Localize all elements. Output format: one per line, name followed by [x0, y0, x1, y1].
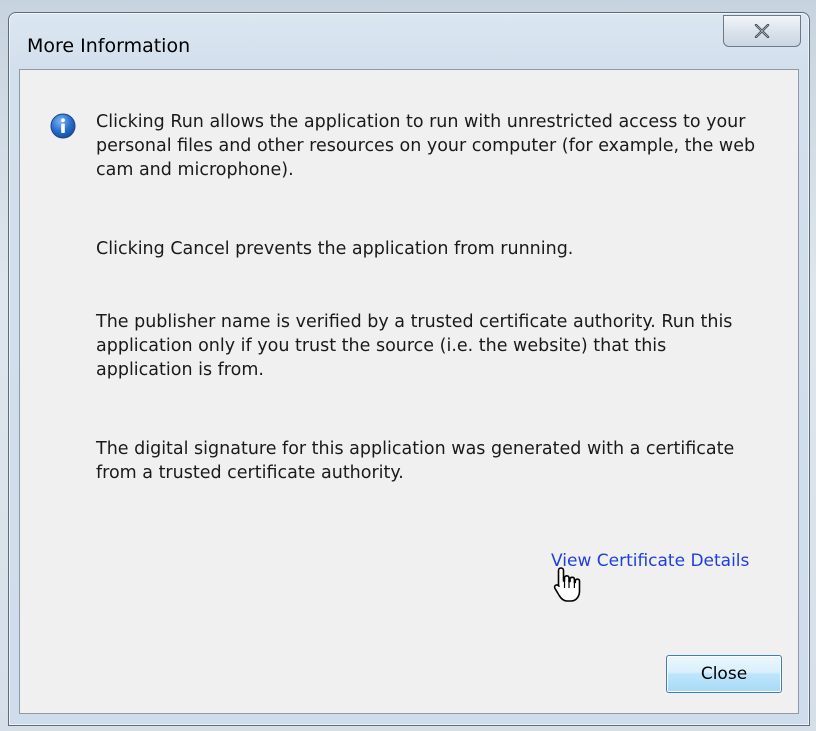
- close-x-icon: [754, 24, 770, 38]
- message-publisher-verified: The publisher name is verified by a trus…: [96, 312, 733, 380]
- close-button[interactable]: Close: [666, 655, 782, 693]
- message-digital-signature: The digital signature for this applicati…: [96, 439, 735, 483]
- message-cancel-info: Clicking Cancel prevents the application…: [96, 239, 574, 259]
- window-title: More Information: [27, 35, 191, 57]
- hand-cursor-icon: [553, 567, 581, 602]
- more-information-dialog: More Information Clicking Run allows the…: [8, 12, 810, 726]
- title-bar[interactable]: More Information: [9, 13, 809, 65]
- message-run-warning: Clicking Run allows the application to r…: [96, 112, 756, 180]
- dialog-content: Clicking Run allows the application to r…: [19, 69, 799, 714]
- window-close-button[interactable]: [723, 15, 801, 47]
- info-icon: [50, 113, 76, 139]
